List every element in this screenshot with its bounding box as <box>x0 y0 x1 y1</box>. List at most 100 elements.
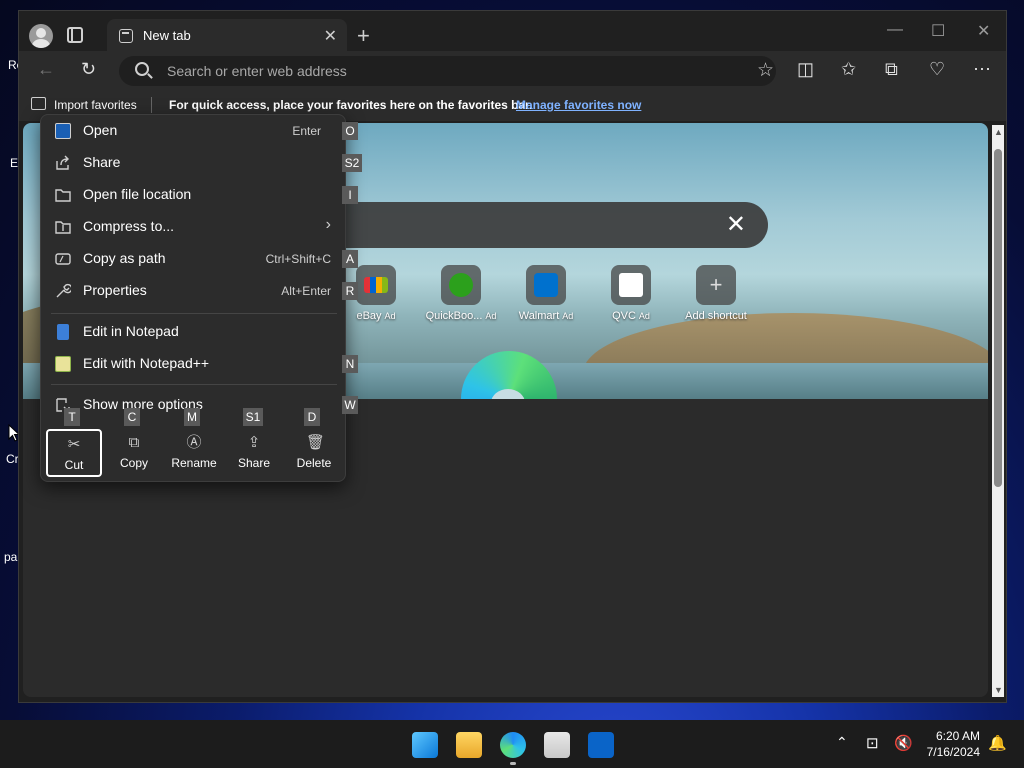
back-arrow-icon[interactable]: ← <box>37 59 55 80</box>
menu-item-properties[interactable]: Properties Alt+Enter <box>41 275 347 307</box>
shortcut-tile[interactable]: Walmart Ad <box>506 265 586 322</box>
access-key-tip: R <box>342 282 358 300</box>
manage-favorites-link[interactable]: Manage favorites now <box>516 98 641 112</box>
scroll-down-icon[interactable]: ▼ <box>994 685 1003 695</box>
scroll-up-icon[interactable]: ▲ <box>994 127 1003 137</box>
close-tab-icon[interactable]: ✕ <box>324 26 337 46</box>
tab-actions-icon[interactable] <box>67 27 83 43</box>
shortcut-tile[interactable]: QuickBoo... Ad <box>421 265 501 322</box>
clock-time[interactable]: 6:20 AM <box>914 729 980 743</box>
navigation-toolbar: ← ↻ Search or enter web address ☆ ◫ ✩ ⧉ … <box>19 51 1006 91</box>
microsoft-store-icon[interactable] <box>544 732 570 758</box>
share-icon <box>56 155 69 170</box>
favbar-message: For quick access, place your favorites h… <box>169 98 533 112</box>
active-app-indicator <box>510 762 516 765</box>
minimize-icon[interactable]: — <box>887 21 903 39</box>
copy-icon: ⧉ <box>128 434 140 451</box>
split-screen-icon[interactable]: ◫ <box>797 59 814 80</box>
cut-button[interactable]: ✂ Cut <box>46 429 102 477</box>
favbar-divider <box>151 97 152 113</box>
import-favorites-button[interactable]: Import favorites <box>54 98 137 112</box>
add-shortcut-button[interactable]: + Add shortcut <box>676 265 756 322</box>
ebay-icon <box>356 265 396 305</box>
menu-item-label: Edit with Notepad++ <box>83 355 210 371</box>
menu-item-label: Compress to... <box>83 218 175 234</box>
menu-item-label: Share <box>83 154 121 170</box>
delete-button[interactable]: 🗑 Delete <box>286 429 342 477</box>
rename-label: Rename <box>171 456 217 470</box>
ad-label: Ad <box>638 311 650 321</box>
access-key-tip: S1 <box>243 408 263 426</box>
new-tab-button[interactable]: + <box>357 23 370 49</box>
access-key-tip: I <box>342 186 358 204</box>
ad-label: Ad <box>562 311 574 321</box>
copy-button[interactable]: ⧉ Copy <box>106 429 162 477</box>
access-key-tip: D <box>304 408 320 426</box>
file-explorer-icon[interactable] <box>456 732 482 758</box>
rename-button[interactable]: Ⓐ Rename <box>166 429 222 477</box>
maximize-icon[interactable]: ☐ <box>931 21 945 41</box>
chevron-up-icon[interactable]: ⌃ <box>836 734 848 751</box>
clock-date[interactable]: 7/16/2024 <box>914 745 980 759</box>
clear-search-icon[interactable]: ✕ <box>726 210 746 239</box>
menu-item-label: Open <box>83 122 118 138</box>
browser-essentials-icon[interactable]: ♡ <box>929 59 945 80</box>
address-bar[interactable]: Search or enter web address ☆ <box>119 56 776 86</box>
shortcut-label: Walmart <box>518 310 560 322</box>
menu-item-label: Properties <box>83 282 147 298</box>
access-key-tip: S2 <box>342 154 362 172</box>
desktop-icon-label[interactable]: Cr <box>6 452 19 466</box>
scrollbar-thumb[interactable] <box>994 149 1002 487</box>
menu-divider <box>51 313 337 314</box>
access-key-tip: O <box>342 122 358 140</box>
delete-label: Delete <box>296 456 332 470</box>
shortcut-label: QuickBoo... <box>425 310 483 322</box>
desktop-icon-label[interactable]: pa <box>4 550 17 564</box>
notepad-plus-plus-icon <box>55 356 71 372</box>
close-window-icon[interactable]: ✕ <box>977 21 990 41</box>
tab-new-tab[interactable]: New tab ✕ <box>107 19 347 53</box>
menu-item-edit-with-notepad-plus-plus[interactable]: Edit with Notepad++ <box>41 348 347 380</box>
folder-icon <box>55 189 71 202</box>
menu-item-shortcut: Ctrl+Shift+C <box>265 252 331 266</box>
collections-icon[interactable]: ⧉ <box>885 59 898 80</box>
favorites-icon[interactable]: ✩ <box>841 59 856 80</box>
new-tab-page-icon <box>119 29 133 43</box>
web-search-box[interactable]: ✕ <box>323 202 768 248</box>
menu-item-share[interactable]: Share <box>41 147 347 179</box>
zip-folder-icon <box>55 221 71 234</box>
edge-browser-icon[interactable] <box>500 732 526 758</box>
menu-item-shortcut: Enter <box>292 124 321 138</box>
copy-label: Copy <box>119 456 148 470</box>
search-icon <box>135 62 149 76</box>
menu-item-open-file-location[interactable]: Open file location <box>41 179 347 211</box>
shortcut-label: Add shortcut <box>685 310 747 322</box>
vertical-scrollbar[interactable]: ▲ ▼ <box>992 125 1004 697</box>
quickbooks-icon <box>441 265 481 305</box>
menu-item-edit-in-notepad[interactable]: Edit in Notepad <box>41 316 347 348</box>
ad-label: Ad <box>485 311 497 321</box>
add-favorite-star-icon[interactable]: ☆ <box>757 59 774 82</box>
access-key-tip: T <box>64 408 80 426</box>
trash-icon: 🗑 <box>306 434 326 451</box>
shortcut-tile[interactable]: QVC Ad <box>591 265 671 322</box>
open-icon <box>55 123 71 139</box>
title-bar: New tab ✕ + — ☐ ✕ <box>19 11 1006 53</box>
menu-item-open[interactable]: Open Enter <box>41 115 347 147</box>
scissors-icon: ✂ <box>67 436 81 453</box>
taskbar: ⌃ ⊡ 🔇 6:20 AM 7/16/2024 🔔 <box>0 720 1024 768</box>
menu-item-copy-as-path[interactable]: Copy as path Ctrl+Shift+C <box>41 243 347 275</box>
notification-bell-icon[interactable]: 🔔 <box>988 734 1007 752</box>
network-icon[interactable]: ⊡ <box>866 734 879 752</box>
ad-label: Ad <box>384 311 396 321</box>
outlook-icon[interactable] <box>588 732 614 758</box>
menu-item-compress-to[interactable]: Compress to... › <box>41 211 347 243</box>
profile-avatar-icon[interactable] <box>29 24 53 48</box>
refresh-icon[interactable]: ↻ <box>81 59 96 80</box>
desktop-icon-label[interactable]: E <box>10 156 18 170</box>
copy-path-icon <box>55 253 71 265</box>
share-button[interactable]: ⇪ Share <box>226 429 282 477</box>
start-windows-icon[interactable] <box>412 732 438 758</box>
volume-muted-icon[interactable]: 🔇 <box>894 734 913 752</box>
settings-more-icon[interactable]: ⋯ <box>973 59 991 80</box>
